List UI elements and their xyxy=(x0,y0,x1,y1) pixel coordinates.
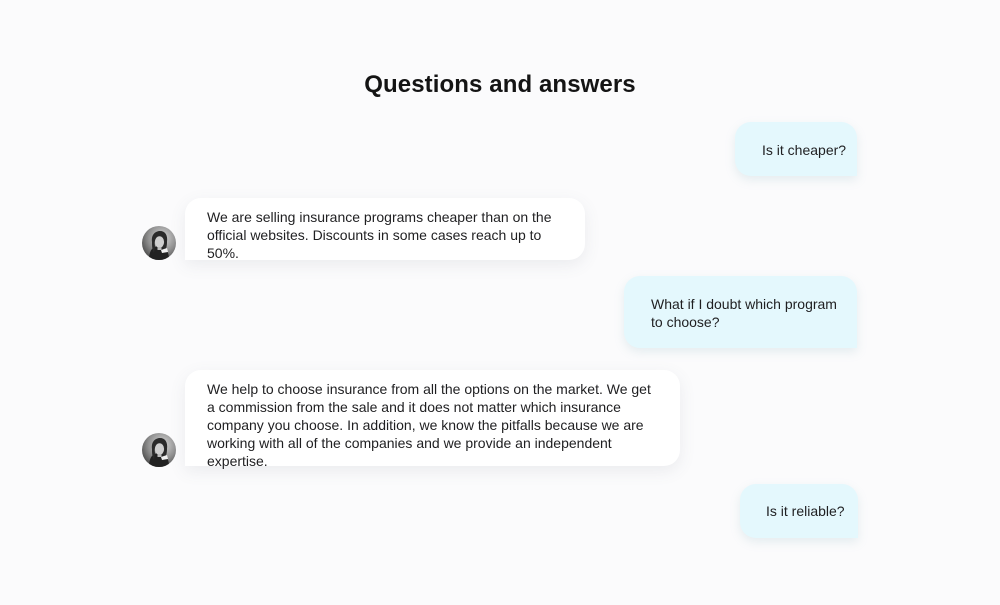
agent-avatar-icon xyxy=(142,226,176,260)
user-message-bubble: Is it reliable? xyxy=(740,484,858,538)
user-message-bubble: What if I doubt which program to choose? xyxy=(624,276,857,348)
agent-avatar-icon xyxy=(142,226,176,260)
agent-avatar-icon xyxy=(142,433,176,467)
page-title: Questions and answers xyxy=(364,71,636,99)
agent-message-bubble: We help to choose insurance from all the… xyxy=(185,370,680,469)
agent-message-bubble: We are selling insurance programs cheape… xyxy=(185,198,585,261)
agent-avatar-icon xyxy=(142,433,176,467)
user-message-bubble: Is it cheaper? xyxy=(735,122,857,176)
